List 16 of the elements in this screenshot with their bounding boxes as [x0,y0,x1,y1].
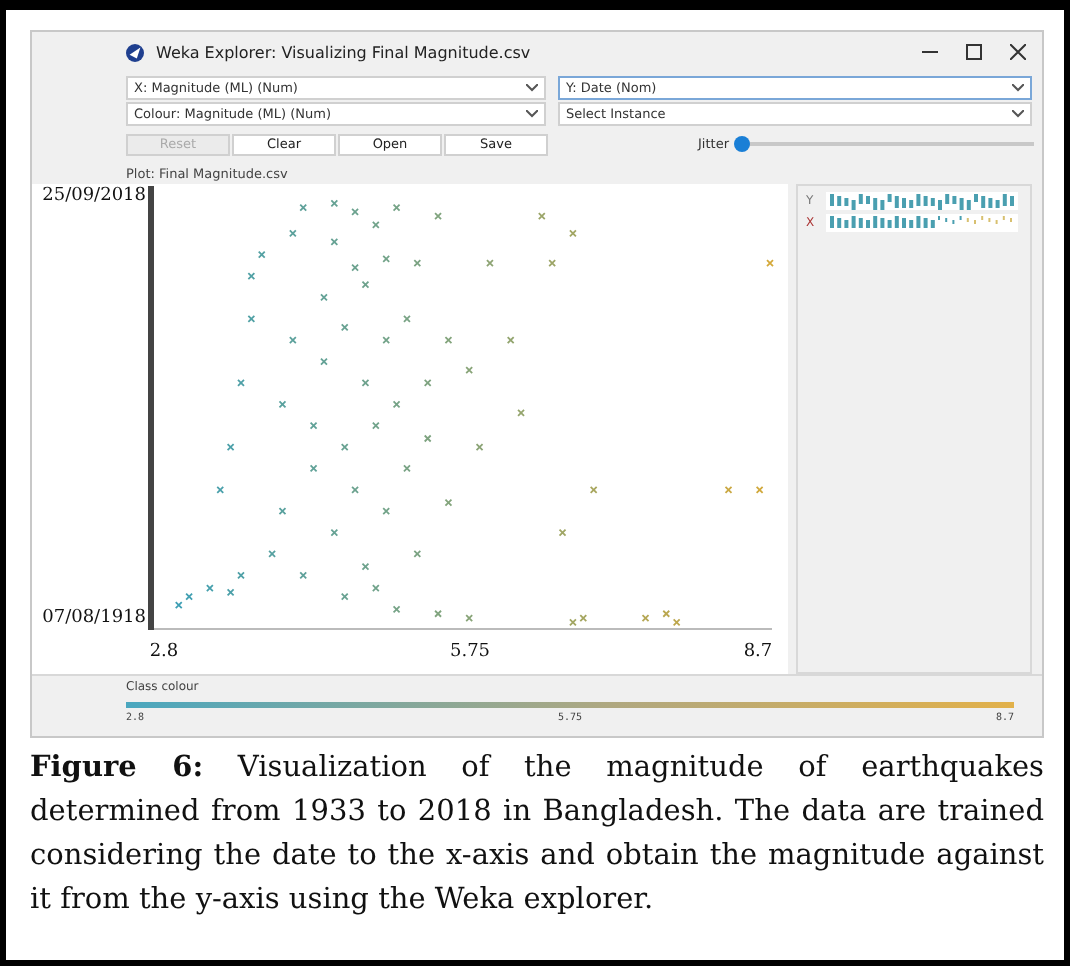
app-icon [126,43,144,61]
y-axis-label: 25/09/2018 [42,186,146,206]
x-axis-label: 5.75 [449,642,491,662]
figure-caption: Figure 6: Visualization of the magnitude of earthquakes determined from 1933 to 2018 in Bangladesh. The data are trained considering the date to the x-axis and obtain the magnitude against it from the y-axis using the Weka explorer. [30,748,1044,920]
window-title: Weka Explorer: Visualizing Final Magnitude.csv [156,43,533,61]
close-icon[interactable] [1010,44,1026,60]
jitter-slider[interactable] [737,136,1033,152]
chevron-down-icon[interactable] [1012,84,1024,92]
x-axis-label: 8.7 [743,642,773,662]
chevron-down-icon[interactable] [1012,110,1024,118]
chevron-down-icon[interactable] [526,110,538,118]
slider-thumb[interactable] [733,136,749,152]
maximize-icon[interactable] [966,44,982,60]
chevron-down-icon[interactable] [526,84,538,92]
x-axis-label: 2.8 [149,642,179,662]
y-axis-label: 07/08/1918 [42,608,146,628]
